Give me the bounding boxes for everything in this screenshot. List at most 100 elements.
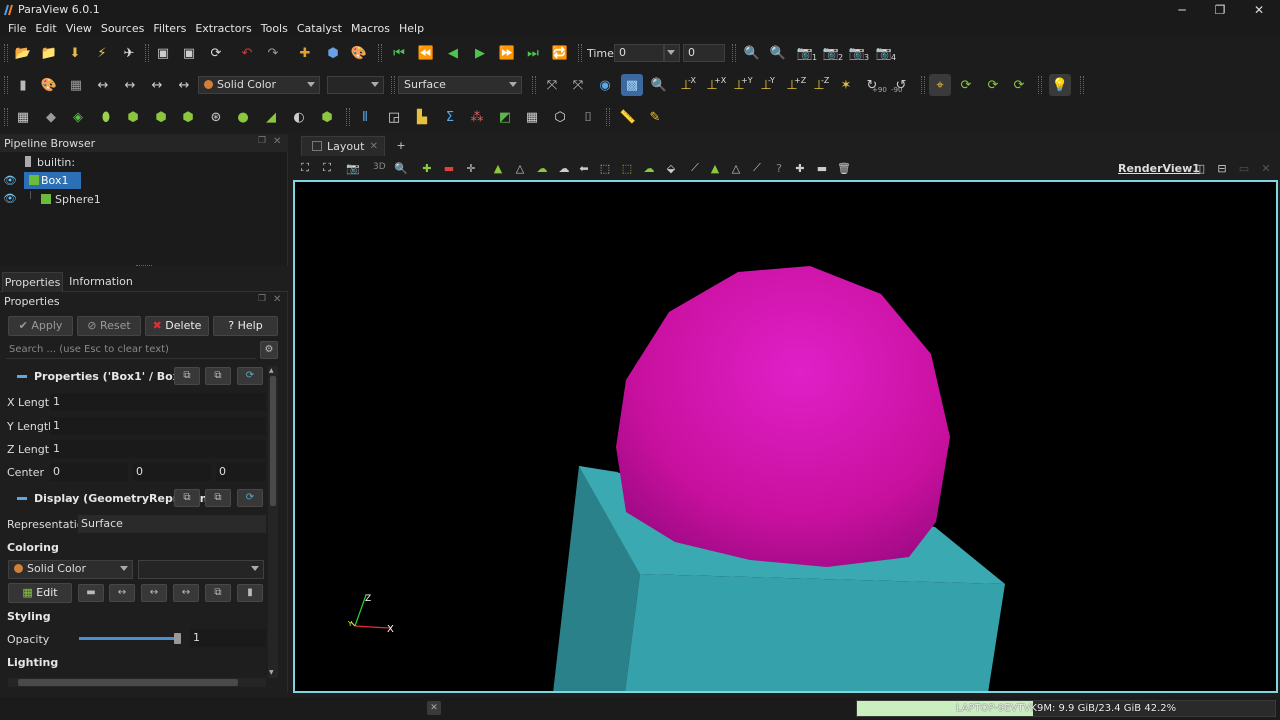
threshold-icon[interactable]: ⬢	[122, 106, 144, 128]
connect-icon[interactable]: ⚡	[91, 42, 113, 64]
grow-plus-icon[interactable]: ✚	[791, 159, 809, 177]
reset-display-empty-icon[interactable]: ⛶	[296, 159, 314, 177]
ruler-icon[interactable]: 📏	[617, 106, 639, 128]
collapse-display-icon[interactable]	[17, 497, 27, 500]
open-recent-icon[interactable]: 📁	[38, 42, 60, 64]
menu-macros[interactable]: Macros	[347, 20, 394, 37]
find-data-view-icon[interactable]: ⟋	[748, 159, 766, 177]
close-tab-icon[interactable]: ✕	[370, 137, 378, 156]
coloring-combo[interactable]: Solid Color	[198, 76, 320, 94]
annotate-time-icon[interactable]: ◩	[494, 106, 516, 128]
subtract-selection-icon[interactable]: ▬	[440, 159, 458, 177]
eye-icon[interactable]: 👁	[3, 192, 17, 205]
copy-display-icon[interactable]: ⧉	[174, 489, 200, 507]
menu-file[interactable]: File	[4, 20, 30, 37]
eye-icon[interactable]: 👁	[3, 174, 17, 187]
reset-button[interactable]: ⊘ Reset	[77, 316, 141, 336]
time-dropdown[interactable]	[664, 44, 680, 62]
advanced-settings-icon[interactable]: ⚙	[260, 341, 278, 359]
center-z-input[interactable]: 0	[216, 463, 266, 481]
edit-colormap-icon[interactable]: 🎨	[38, 74, 60, 96]
stream-tracer-icon[interactable]: ⊛	[205, 106, 227, 128]
zoom-to-data-icon[interactable]: ⤧	[567, 74, 589, 96]
toolbar-grip[interactable]	[606, 108, 610, 126]
loop-icon[interactable]: 🔁	[549, 42, 571, 64]
rescale-visible-icon[interactable]: ⧉	[205, 584, 231, 602]
pipeline-item-sphere1[interactable]: Sphere1	[40, 191, 101, 208]
disconnect-icon[interactable]: ✈	[118, 42, 140, 64]
y-length-input[interactable]: 1	[50, 417, 266, 435]
glyph-icon[interactable]: ⬢	[177, 106, 199, 128]
scroll-down-icon[interactable]: ▼	[269, 669, 274, 676]
color-legend-toggle-icon[interactable]: ▬	[78, 584, 104, 602]
select-block-icon[interactable]: ⬚	[596, 159, 614, 177]
extract-subset-icon[interactable]: ⬢	[150, 106, 172, 128]
render-viewport[interactable]: X Z Y	[293, 180, 1278, 693]
rescale-custom-range-icon[interactable]: ↔	[119, 74, 141, 96]
slice-icon[interactable]: ⬮	[95, 106, 117, 128]
zoom-to-box-icon[interactable]: ▩	[621, 74, 643, 96]
split-vertical-icon[interactable]: ⊟	[1213, 159, 1231, 177]
properties-hscrollbar[interactable]	[8, 678, 266, 687]
collapse-props-icon[interactable]	[17, 375, 27, 378]
toolbar-grip[interactable]	[4, 76, 8, 94]
python-icon[interactable]: ⬢	[322, 42, 344, 64]
next-frame-icon[interactable]: ⏩	[496, 42, 518, 64]
properties-scrollbar[interactable]: ▲ ▼	[268, 366, 278, 678]
toolbar-grip[interactable]	[378, 44, 382, 62]
menu-filters[interactable]: Filters	[149, 20, 190, 37]
reset-range-icon[interactable]: ▦	[65, 74, 87, 96]
last-frame-icon[interactable]: ⏭	[522, 42, 544, 64]
load-state-icon[interactable]: ▣	[178, 42, 200, 64]
delete-button[interactable]: ✖ Delete	[145, 316, 209, 336]
maximize-view-icon[interactable]: ▭	[1235, 159, 1253, 177]
apply-button[interactable]: ✔ Apply	[8, 316, 73, 336]
light-kit-icon[interactable]: 💡	[1049, 74, 1071, 96]
center-axes-icon[interactable]: ⌖	[929, 74, 951, 96]
menu-view[interactable]: View	[62, 20, 96, 37]
panel-float-icon[interactable]: ❐	[258, 136, 266, 146]
python-calculator-icon[interactable]: ⁂	[466, 106, 488, 128]
show-center-icon[interactable]: ⟳	[955, 74, 977, 96]
add-layout-tab-button[interactable]: +	[388, 136, 414, 156]
reset-camera-icon[interactable]: ⤧	[541, 74, 563, 96]
first-frame-icon[interactable]: ⏮	[388, 42, 410, 64]
opacity-slider-track[interactable]	[79, 633, 181, 644]
rescale-custom-icon[interactable]: ↔	[141, 584, 167, 602]
paste-props-icon[interactable]: ⧉	[205, 367, 231, 385]
close-button[interactable]: ✕	[1239, 1, 1279, 19]
camera-add-icon[interactable]: 🔍	[767, 42, 789, 64]
menu-tools[interactable]: Tools	[257, 20, 292, 37]
integrate-variables-icon[interactable]: Σ	[439, 106, 461, 128]
shrink-minus-icon[interactable]: ▬	[813, 159, 831, 177]
select-cells-frustum-icon[interactable]: ☁	[533, 159, 551, 177]
panel-close-icon[interactable]: ✕	[273, 136, 281, 147]
color-palette-icon[interactable]: 🎨	[348, 42, 370, 64]
toolbar-grip[interactable]	[145, 44, 149, 62]
menu-sources[interactable]: Sources	[97, 20, 149, 37]
toolbar-grip[interactable]	[1038, 76, 1042, 94]
capture-view-icon[interactable]: ⛶	[318, 159, 336, 177]
memory-inspector-bar[interactable]: LAPTOP-9EVTVK9M: 9.9 GiB/23.4 GiB 42.2%	[856, 700, 1276, 717]
hover-cells-icon[interactable]: ⬙	[662, 159, 680, 177]
protractor-icon[interactable]: ✎	[644, 106, 666, 128]
save-data-icon[interactable]: ⬇	[64, 42, 86, 64]
rescale-data-range-icon[interactable]: ↔	[92, 74, 114, 96]
panel-close-icon[interactable]: ✕	[273, 294, 281, 305]
extract-selection-icon[interactable]: ◲	[383, 106, 405, 128]
menu-edit[interactable]: Edit	[31, 20, 60, 37]
screenshot-icon[interactable]: 📷	[344, 159, 362, 177]
clip-icon[interactable]: ◈	[67, 106, 89, 128]
menu-catalyst[interactable]: Catalyst	[293, 20, 346, 37]
select-points-frustum-icon[interactable]: ☁	[555, 159, 573, 177]
restore-defaults-icon[interactable]: ⟳	[237, 367, 263, 385]
rescale-temporal-icon[interactable]: ↔	[173, 584, 199, 602]
pick-center-icon[interactable]: ✚	[294, 42, 316, 64]
toggle-selection-icon[interactable]: ✛	[462, 159, 480, 177]
select-polygon-icon[interactable]: ⬅	[575, 159, 593, 177]
toolbar-grip[interactable]	[1080, 76, 1084, 94]
split-horizontal-icon[interactable]: ◫	[1191, 159, 1209, 177]
render-view-label[interactable]: RenderView1	[1118, 162, 1200, 175]
clear-selection-icon[interactable]: 🗑	[835, 159, 853, 177]
toolbar-grip[interactable]	[732, 44, 736, 62]
